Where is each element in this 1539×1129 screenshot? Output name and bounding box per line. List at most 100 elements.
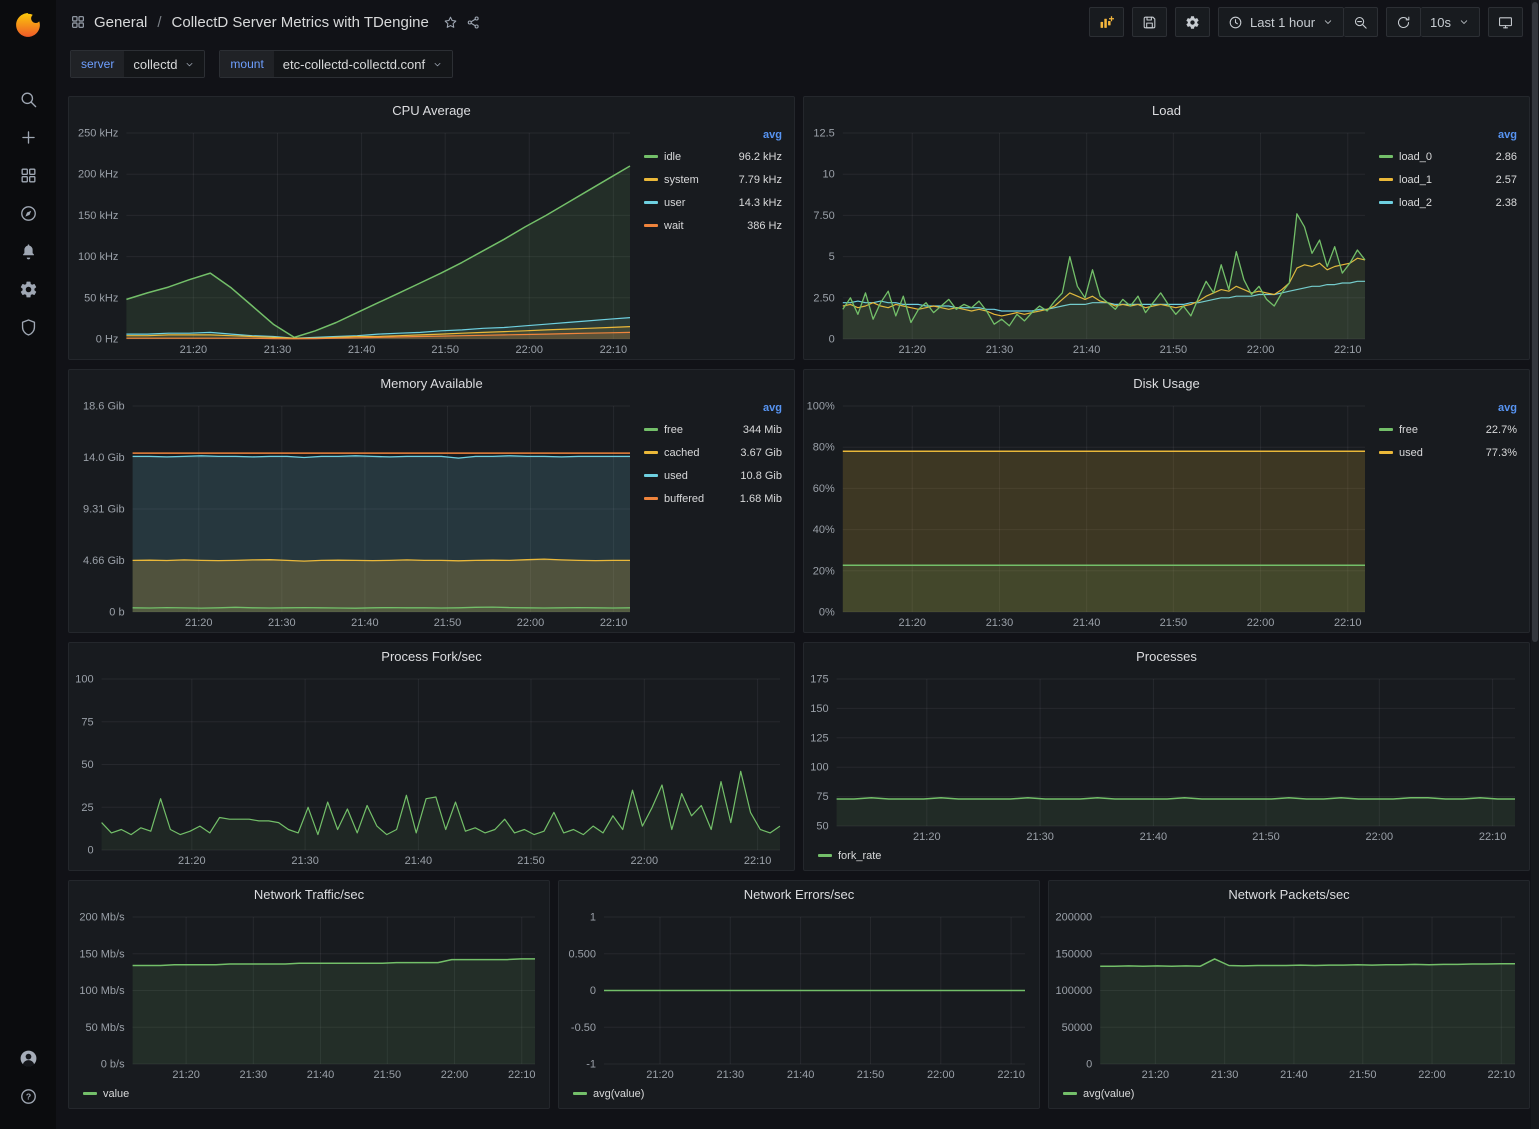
chart-load: 02.5057.501012.521:2021:3021:4021:5022:0… — [804, 123, 1379, 359]
sidebar-gear-icon[interactable] — [7, 270, 49, 308]
legend-item-fork-rate[interactable]: fork_rate — [818, 850, 881, 862]
save-dashboard-button[interactable] — [1132, 7, 1167, 37]
svg-text:21:50: 21:50 — [374, 1069, 402, 1081]
svg-text:21:50: 21:50 — [1160, 344, 1188, 356]
sidebar-apps-icon[interactable] — [7, 156, 49, 194]
svg-text:100: 100 — [75, 674, 93, 686]
panel-title-load[interactable]: Load — [1152, 103, 1181, 118]
panel-title-disk-usage[interactable]: Disk Usage — [1133, 376, 1199, 391]
legend-item-load-2[interactable]: load_22.38 — [1379, 191, 1517, 214]
sidebar-icons — [7, 80, 49, 346]
svg-text:21:50: 21:50 — [1160, 617, 1188, 629]
legend-item-avg-value[interactable]: avg(value) — [573, 1088, 644, 1100]
svg-text:21:40: 21:40 — [787, 1069, 815, 1081]
sidebar-plus-icon[interactable] — [7, 118, 49, 156]
legend-item-idle[interactable]: idle96.2 kHz — [644, 145, 782, 168]
add-panel-button[interactable] — [1089, 7, 1124, 37]
svg-text:22:10: 22:10 — [744, 855, 772, 867]
sidebar-avatar[interactable] — [7, 1039, 49, 1077]
svg-text:25: 25 — [81, 802, 93, 814]
sidebar-shield-icon[interactable] — [7, 308, 49, 346]
legend-item-free[interactable]: free22.7% — [1379, 418, 1517, 441]
variable-mount-dropdown[interactable]: etc-collectd-collectd.conf — [274, 51, 452, 77]
grafana-logo[interactable] — [13, 10, 43, 40]
legend-label: buffered — [664, 493, 704, 505]
panel-title-cpu-average[interactable]: CPU Average — [392, 103, 471, 118]
refresh-icon — [1396, 15, 1411, 30]
breadcrumb-section[interactable]: General — [94, 14, 147, 31]
legend-item-cached[interactable]: cached3.67 Gib — [644, 441, 782, 464]
legend-header-avg[interactable]: avg — [1379, 125, 1517, 145]
legend-item-value[interactable]: value — [83, 1088, 129, 1100]
legend-value: 2.38 — [1496, 197, 1517, 209]
legend-item-system[interactable]: system7.79 kHz — [644, 168, 782, 191]
refresh-interval-dropdown[interactable]: 10s — [1421, 7, 1480, 37]
panel-header: CPU Average — [69, 97, 794, 123]
dashboard-settings-button[interactable] — [1175, 7, 1210, 37]
refresh-button[interactable] — [1386, 7, 1421, 37]
svg-text:21:20: 21:20 — [178, 855, 206, 867]
legend-header-avg[interactable]: avg — [644, 398, 782, 418]
legend-value: 2.57 — [1496, 174, 1517, 186]
legend-item-free[interactable]: free344 Mib — [644, 418, 782, 441]
svg-text:12.5: 12.5 — [813, 128, 834, 140]
panel-title-processes[interactable]: Processes — [1136, 649, 1197, 664]
svg-text:0: 0 — [87, 845, 93, 857]
legend-item-buffered[interactable]: buffered 1.68 Mib — [644, 487, 782, 510]
legend-label: system — [664, 174, 699, 186]
panel-load: Load02.5057.501012.521:2021:3021:4021:50… — [803, 96, 1530, 360]
chart-cpu-average: 0 Hz50 kHz100 kHz150 kHz200 kHz250 kHz21… — [69, 123, 644, 359]
legend-value: 1.68 Mib — [740, 493, 782, 505]
legend-value: 2.86 — [1496, 151, 1517, 163]
panel-network-packets-sec: Network Packets/sec050000100000150000200… — [1048, 880, 1530, 1109]
panel-title-process-fork-sec[interactable]: Process Fork/sec — [381, 649, 481, 664]
svg-text:50: 50 — [81, 759, 93, 771]
sidebar-search-icon[interactable] — [7, 80, 49, 118]
legend: avgidle96.2 kHzsystem7.79 kHzuser14.3 kH… — [644, 123, 794, 359]
variable-server-label: server — [71, 51, 124, 77]
svg-text:50: 50 — [816, 821, 828, 833]
legend-header-avg[interactable]: avg — [1379, 398, 1517, 418]
variables-submenu: server collectd mount etc-collectd-colle… — [56, 44, 1539, 84]
legend-swatch — [644, 224, 658, 227]
svg-text:21:20: 21:20 — [898, 344, 926, 356]
legend-swatch — [644, 201, 658, 204]
panel-title-network-packets-sec[interactable]: Network Packets/sec — [1228, 887, 1349, 902]
legend-item-avg-value[interactable]: avg(value) — [1063, 1088, 1134, 1100]
legend-item-wait[interactable]: wait386 Hz — [644, 214, 782, 237]
time-range-picker[interactable]: Last 1 hour — [1218, 7, 1344, 37]
legend-item-used[interactable]: used77.3% — [1379, 441, 1517, 464]
svg-text:21:50: 21:50 — [1252, 831, 1280, 843]
legend-item-load-0[interactable]: load_02.86 — [1379, 145, 1517, 168]
panel-title-network-errors-sec[interactable]: Network Errors/sec — [744, 887, 855, 902]
svg-text:50 Mb/s: 50 Mb/s — [85, 1022, 125, 1034]
variable-server: server collectd — [70, 50, 205, 78]
svg-text:100000: 100000 — [1055, 985, 1092, 997]
legend-label: avg(value) — [593, 1088, 644, 1100]
scrollbar-thumb[interactable] — [1532, 2, 1538, 642]
sidebar-bell-icon[interactable] — [7, 232, 49, 270]
legend-swatch — [1379, 451, 1393, 454]
legend-label: value — [103, 1088, 129, 1100]
svg-text:0 b: 0 b — [109, 607, 124, 619]
panel-title-network-traffic-sec[interactable]: Network Traffic/sec — [254, 887, 364, 902]
legend-swatch — [644, 155, 658, 158]
variable-server-dropdown[interactable]: collectd — [124, 51, 204, 77]
sidebar-help-icon[interactable]: ? — [7, 1077, 49, 1115]
zoom-out-button[interactable] — [1344, 7, 1378, 37]
legend-swatch — [644, 474, 658, 477]
legend-item-user[interactable]: user14.3 kHz — [644, 191, 782, 214]
legend-item-load-1[interactable]: load_12.57 — [1379, 168, 1517, 191]
star-icon[interactable] — [443, 15, 458, 30]
gear-icon — [1185, 15, 1200, 30]
legend: value — [69, 1084, 549, 1108]
svg-text:22:00: 22:00 — [517, 617, 545, 629]
panel-title-memory-available[interactable]: Memory Available — [380, 376, 482, 391]
legend-header-avg[interactable]: avg — [644, 125, 782, 145]
cycle-view-button[interactable] — [1488, 7, 1523, 37]
sidebar-compass-icon[interactable] — [7, 194, 49, 232]
legend-item-used[interactable]: used10.8 Gib — [644, 464, 782, 487]
legend: fork_rate — [804, 846, 1529, 870]
panel-header: Process Fork/sec — [69, 643, 794, 669]
share-icon[interactable] — [466, 15, 481, 30]
